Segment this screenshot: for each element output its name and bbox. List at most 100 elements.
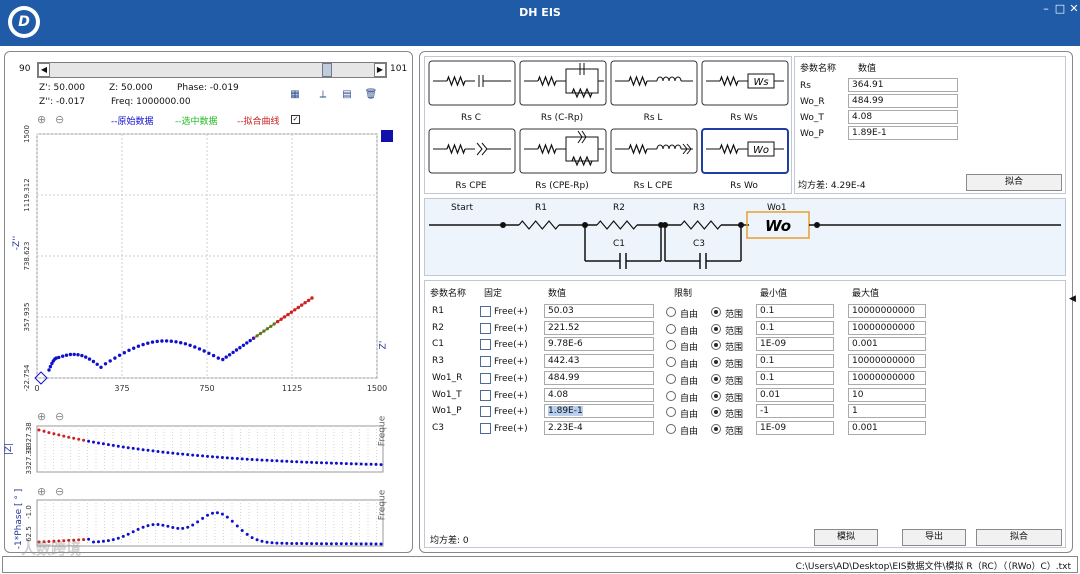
bode-phase-point	[121, 534, 125, 538]
min-input[interactable]: 1E-09	[756, 420, 834, 435]
nyquist-point	[84, 355, 88, 359]
param-value-text: 221.52	[548, 322, 580, 333]
bode-phase-point	[206, 513, 209, 517]
bode-phase-point	[374, 542, 378, 546]
fit-button[interactable]: 拟合	[976, 529, 1062, 546]
zoom-in-icon-3[interactable]: ⊕	[37, 485, 46, 498]
max-input[interactable]: 0.001	[848, 337, 926, 352]
nyquist-point	[141, 342, 145, 347]
bode-phase-point	[250, 536, 254, 540]
param-value-text: 2.23E-4	[548, 422, 583, 433]
zoom-in-icon-2[interactable]: ⊕	[37, 410, 46, 423]
min-input[interactable]: 0.1	[756, 320, 834, 335]
param-value-input[interactable]: 442.43	[544, 354, 654, 369]
max-input[interactable]: 10000000000	[848, 320, 926, 335]
bode-mag-point	[270, 459, 274, 463]
fixed-checkbox[interactable]	[480, 306, 491, 317]
range-label: 范围	[725, 393, 744, 404]
bode-phase-point	[280, 541, 284, 545]
collapse-arrow-icon[interactable]: ◀	[1069, 294, 1076, 304]
plots-svg: 0-22.754 375 357.935 750 738.623 1125 1119.312…	[23, 125, 387, 547]
bode-phase-point	[320, 542, 323, 546]
bode-phase-point	[87, 537, 91, 541]
bode-mag-point	[97, 441, 100, 445]
min-input[interactable]: 0.1	[756, 354, 834, 369]
fixed-checkbox[interactable]	[480, 422, 491, 434]
params-limit-header: 限制	[674, 289, 693, 299]
params-variance: 均方差: 0	[430, 536, 469, 546]
free-radio[interactable]	[666, 390, 676, 401]
range-radio[interactable]	[711, 323, 721, 334]
params-max-header: 最大值	[852, 289, 880, 299]
simulate-button[interactable]: 模拟	[814, 529, 878, 546]
param-value-input[interactable]: 1.89E-1	[544, 404, 654, 419]
bode-mag-point	[151, 449, 155, 453]
circuit-start-label: Start	[451, 203, 473, 213]
nyquist-point	[193, 345, 197, 349]
zoom-out-icon-3[interactable]: ⊖	[55, 485, 64, 498]
min-input[interactable]: -1	[756, 404, 834, 419]
param-value-input[interactable]: 2.23E-4	[544, 420, 654, 435]
max-input[interactable]: 10	[848, 387, 926, 402]
max-input[interactable]: 10000000000	[848, 304, 926, 318]
free-radio[interactable]	[666, 423, 676, 434]
maximize-icon[interactable]: □	[1054, 2, 1066, 15]
nyquist-point	[211, 353, 216, 358]
close-icon[interactable]: ✕	[1068, 2, 1080, 15]
min-input[interactable]: 0.1	[756, 370, 834, 385]
fixed-checkbox[interactable]	[480, 406, 491, 418]
quick-fit-button[interactable]: 拟合	[966, 174, 1062, 191]
bode-phase-point	[275, 541, 279, 545]
bode-phase-point	[364, 542, 368, 546]
bode-phase-point	[215, 511, 219, 515]
param-value-input[interactable]: 4.08	[544, 387, 654, 402]
free-radio[interactable]	[666, 323, 676, 334]
minimize-icon[interactable]: –	[1040, 2, 1052, 15]
range-radio[interactable]	[711, 373, 721, 384]
bode-phase-point	[225, 515, 229, 519]
bode-phase-point	[369, 542, 373, 546]
min-input[interactable]: 1E-09	[756, 337, 834, 352]
fixed-checkbox[interactable]	[480, 356, 491, 368]
nyquist-point	[179, 341, 183, 345]
param-name: Wo1_T	[432, 389, 462, 400]
zoom-out-icon-2[interactable]: ⊖	[55, 410, 64, 423]
range-radio[interactable]	[711, 307, 721, 317]
quick-param-value[interactable]: 484.99	[848, 94, 958, 108]
bode-phase-xlabel: Freque	[377, 489, 388, 521]
max-input[interactable]: 10000000000	[848, 370, 926, 385]
fixed-checkbox[interactable]	[480, 389, 491, 401]
bode-mag-point	[364, 462, 368, 466]
nyquist-point	[238, 346, 242, 350]
param-value-input[interactable]: 484.99	[544, 370, 654, 385]
max-input[interactable]: 10000000000	[848, 354, 926, 369]
param-value-input[interactable]: 50.03	[544, 304, 654, 318]
min-input[interactable]: 0.1	[756, 304, 834, 318]
quick-param-value[interactable]: 364.91	[848, 78, 958, 92]
bode-mag-point	[369, 462, 373, 466]
fixed-checkbox[interactable]	[480, 339, 491, 351]
bode-phase-point	[131, 530, 135, 534]
range-label: 范围	[725, 360, 744, 371]
nyquist-point	[164, 339, 169, 343]
max-input[interactable]: 0.001	[848, 420, 926, 435]
range-radio[interactable]	[711, 423, 721, 434]
quick-param-value[interactable]: 4.08	[848, 110, 958, 124]
fixed-checkbox[interactable]	[480, 372, 491, 384]
circuit-diagram[interactable]: Wo Start R1 R2 R3 Wo1 C1 C3	[424, 198, 1066, 276]
nyquist-point	[169, 339, 173, 343]
range-radio[interactable]	[711, 390, 721, 401]
bode-mag-point	[171, 451, 175, 455]
min-input[interactable]: 0.01	[756, 387, 834, 402]
bode-phase-point	[235, 524, 239, 528]
max-input[interactable]: 1	[848, 404, 926, 419]
param-value-input[interactable]: 221.52	[544, 320, 654, 335]
export-button[interactable]: 导出	[902, 529, 966, 546]
fixed-checkbox[interactable]	[480, 322, 491, 334]
x-tick-label: 1125	[282, 384, 302, 393]
quick-param-value[interactable]: 1.89E-1	[848, 126, 958, 140]
param-value-input[interactable]: 9.78E-6	[544, 337, 654, 352]
bode-mag-point	[240, 457, 244, 461]
free-radio[interactable]	[666, 373, 676, 384]
free-radio[interactable]	[666, 307, 676, 317]
